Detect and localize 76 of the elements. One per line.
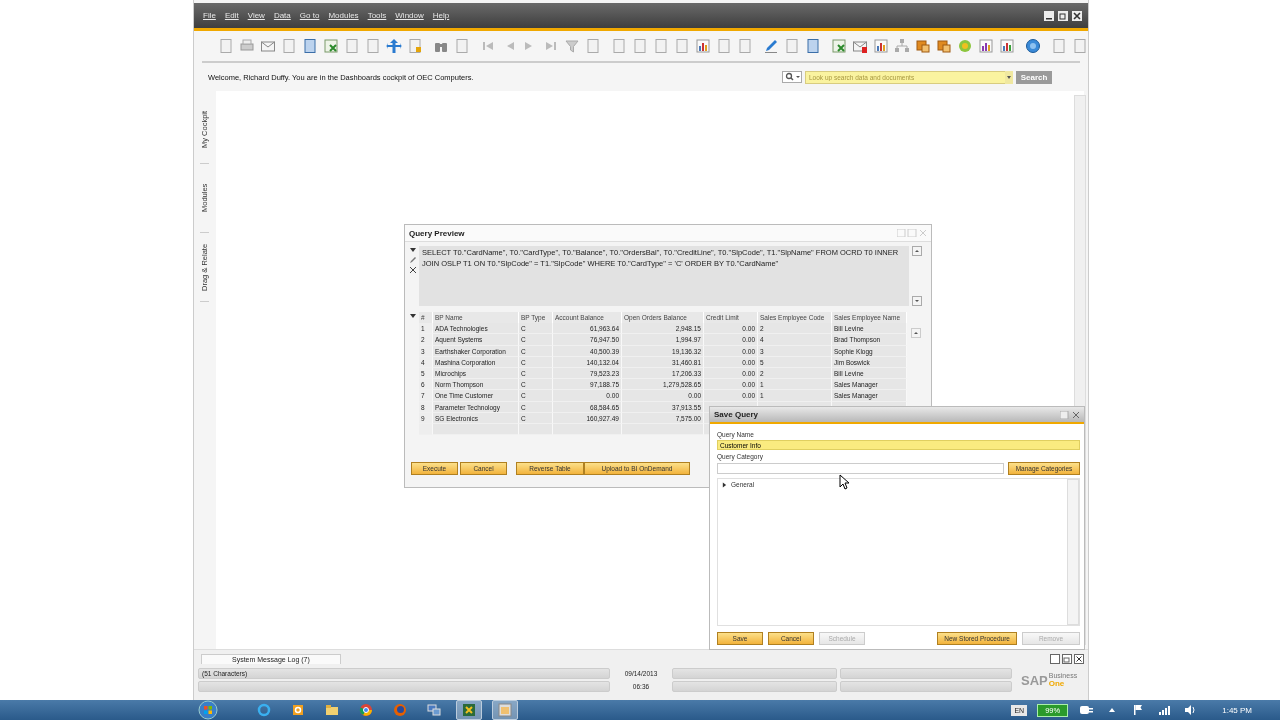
scroll-down-icon[interactable] [912, 296, 922, 306]
collapse-icon[interactable] [409, 246, 417, 254]
document-icon[interactable] [632, 38, 648, 54]
document-icon[interactable] [281, 38, 297, 54]
envelope-icon[interactable] [852, 38, 868, 54]
document-icon[interactable] [737, 38, 753, 54]
computer-icon [427, 703, 441, 717]
scrollbar[interactable] [1067, 479, 1079, 625]
query-category-field[interactable] [717, 463, 1004, 474]
box-icon[interactable] [915, 38, 931, 54]
arrows-icon[interactable] [386, 38, 402, 54]
document-icon[interactable] [1072, 38, 1088, 54]
menu-item[interactable]: File [203, 11, 216, 20]
clock[interactable]: 1:45 PM [1222, 705, 1252, 715]
help-icon[interactable] [1025, 38, 1041, 54]
menu-item[interactable]: Modules [328, 11, 359, 20]
app-icon [462, 703, 476, 717]
cursor-icon [839, 474, 849, 490]
document-icon[interactable] [344, 38, 360, 54]
chart-icon[interactable] [999, 38, 1015, 54]
search-icon[interactable] [782, 71, 802, 83]
menu-item[interactable]: Window [395, 11, 424, 20]
menu-item[interactable]: Go to [299, 11, 320, 20]
document-icon[interactable] [302, 38, 318, 54]
menu-item[interactable]: Data [273, 11, 291, 20]
printer-icon[interactable] [239, 38, 255, 54]
browser-icon [393, 703, 407, 717]
menu-item[interactable]: Edit [224, 11, 239, 20]
funnel-icon[interactable] [564, 38, 580, 54]
box-icon[interactable] [936, 38, 952, 54]
taskbar-app[interactable] [456, 700, 482, 720]
mail-app-icon [291, 703, 305, 717]
minimize-icon[interactable] [1044, 10, 1054, 21]
document-icon[interactable] [716, 38, 732, 54]
pencil-icon[interactable] [409, 256, 417, 264]
chart-icon[interactable] [695, 38, 711, 54]
window-title: Query Preview [409, 228, 465, 238]
document-icon[interactable] [585, 38, 601, 54]
document-icon[interactable] [784, 38, 800, 54]
scroll-up-icon[interactable] [912, 246, 922, 256]
hierarchy-icon[interactable] [894, 38, 910, 54]
logo-brand: SAP [1021, 672, 1048, 688]
dropdown-icon[interactable] [1005, 70, 1013, 84]
menu-item[interactable]: Tools [367, 11, 387, 20]
spreadsheet-icon[interactable] [323, 38, 339, 54]
collapse-icon[interactable] [409, 312, 417, 320]
menu-item[interactable]: View [247, 11, 265, 20]
start-button[interactable] [198, 700, 218, 720]
pencil-icon[interactable] [763, 38, 779, 54]
scroll-up-icon[interactable] [911, 328, 921, 338]
restore-icon[interactable] [1058, 10, 1068, 21]
plug-icon[interactable] [1078, 704, 1095, 716]
logo-text: One [1048, 680, 1066, 688]
browser-icon [359, 703, 373, 717]
chart-icon[interactable] [873, 38, 889, 54]
document-icon[interactable] [407, 38, 423, 54]
document-icon[interactable] [365, 38, 381, 54]
window-title: Save Query [714, 410, 759, 419]
document-icon[interactable] [805, 38, 821, 54]
document-icon[interactable] [1051, 38, 1067, 54]
window-controls-icon[interactable] [1050, 654, 1084, 664]
document-icon[interactable] [218, 38, 234, 54]
document-icon[interactable] [611, 38, 627, 54]
document-icon[interactable] [454, 38, 470, 54]
document-icon[interactable] [674, 38, 690, 54]
chart-icon[interactable] [978, 38, 994, 54]
close-icon[interactable] [1072, 10, 1082, 21]
browser-icon [257, 703, 271, 717]
expander-icon[interactable] [722, 481, 727, 488]
folder-icon [325, 703, 339, 717]
spreadsheet-icon[interactable] [831, 38, 847, 54]
signal-icon[interactable] [1156, 704, 1173, 716]
window-icon [498, 703, 512, 717]
envelope-icon[interactable] [260, 38, 276, 54]
menu-item[interactable]: Help [432, 11, 450, 20]
document-icon[interactable] [653, 38, 669, 54]
